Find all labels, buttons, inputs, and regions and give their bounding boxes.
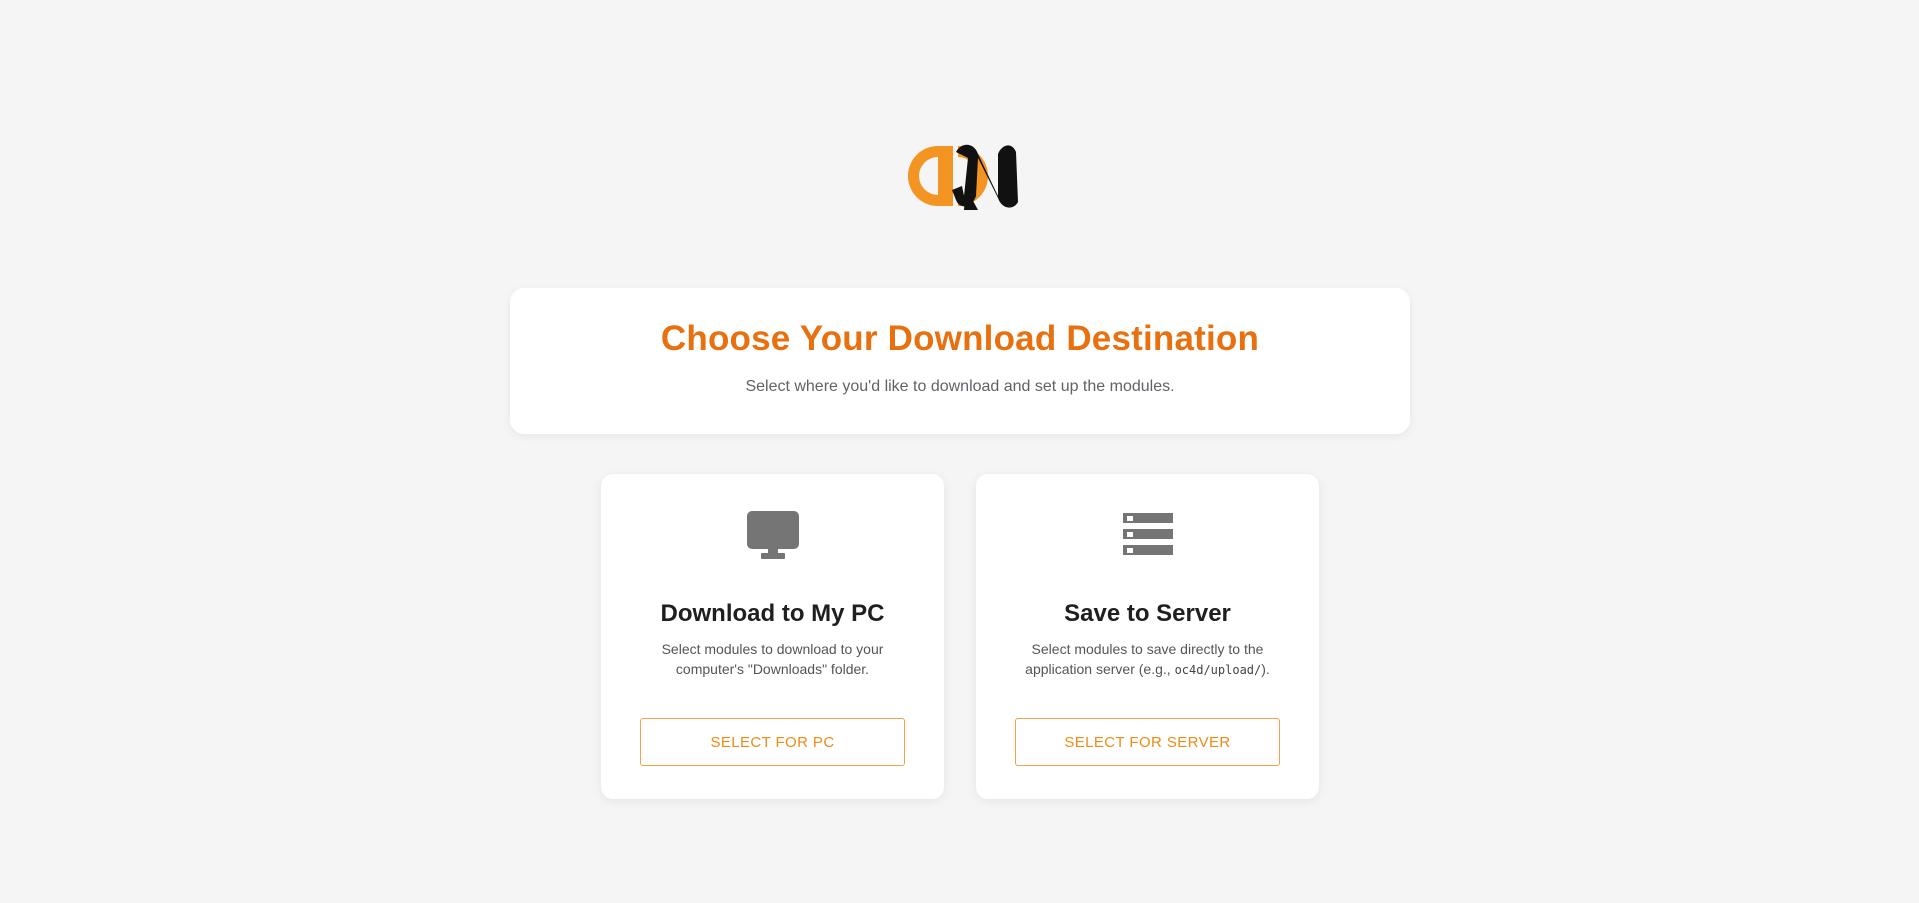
server-path-code: oc4d/upload/ — [1174, 663, 1262, 677]
page-subtitle: Select where you'd like to download and … — [745, 378, 1175, 395]
option-desc-server-end: ). — [1261, 661, 1270, 677]
header-card: Choose Your Download Destination Select … — [510, 288, 1410, 434]
option-card-server: Save to Server Select modules to save di… — [976, 474, 1319, 799]
page: Choose Your Download Destination Select … — [0, 0, 1919, 903]
monitor-icon — [746, 511, 799, 559]
option-desc-pc: Select modules to download to your compu… — [661, 641, 884, 677]
option-title-server: Save to Server — [1064, 600, 1231, 627]
option-card-pc: Download to My PC Select modules to down… — [601, 474, 944, 799]
select-for-server-button[interactable]: SELECT FOR SERVER — [1015, 718, 1280, 766]
option-desc-server: Select modules to save directly to the a… — [1016, 639, 1279, 680]
cdn-logo — [908, 144, 1018, 210]
server-icon — [1122, 513, 1173, 555]
option-title-pc: Download to My PC — [660, 600, 885, 627]
page-title: Choose Your Download Destination — [660, 319, 1260, 358]
select-for-pc-button[interactable]: SELECT FOR PC — [640, 718, 905, 766]
